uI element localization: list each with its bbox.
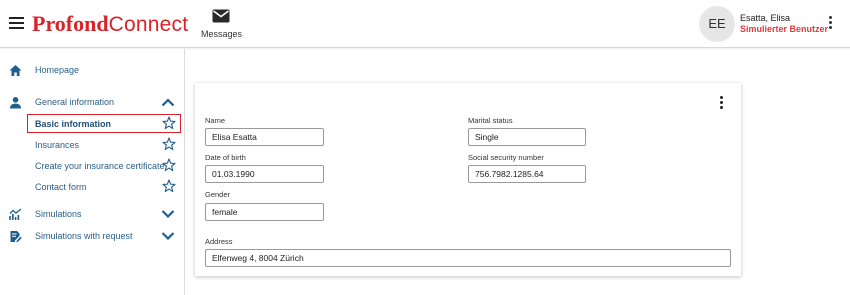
card-more-vertical-icon[interactable] [718,96,726,110]
chevron-up-icon[interactable] [161,97,175,107]
home-icon [9,65,22,76]
marital-status-field[interactable]: Single [468,128,586,146]
star-outline-icon[interactable] [162,179,176,193]
sidebar-item-label: Simulations [35,209,82,219]
social-security-number-label: Social security number [468,153,544,162]
star-outline-icon[interactable] [162,158,176,172]
sidebar-subitem-basic-information[interactable]: Basic information [27,114,181,133]
sidebar-subitem-contact-form[interactable]: Contact form [27,177,181,196]
person-icon [10,97,21,109]
sidebar-subitem-label: Contact form [35,182,87,192]
sidebar-item-label: Simulations with request [35,231,133,241]
sidebar-item-general-information[interactable]: General information [0,92,184,112]
avatar[interactable]: EE [699,6,735,42]
sidebar-item-label: Homepage [35,65,80,75]
user-role-badge: Simulierter Benutzer [740,24,829,34]
hamburger-menu-icon[interactable] [9,17,24,29]
chevron-down-icon[interactable] [161,209,175,219]
sidebar-subitem-create-insurance-certificate[interactable]: Create your insurance certificate [27,156,181,175]
messages-label: Messages [201,29,243,39]
sidebar-item-simulations-with-request[interactable]: Simulations with request [0,226,184,246]
star-outline-icon[interactable] [162,116,176,130]
social-security-number-field[interactable]: 756.7982.1285.64 [468,165,586,183]
chevron-down-icon[interactable] [161,231,175,241]
sidebar-item-homepage[interactable]: Homepage [0,60,184,80]
sidebar-item-label: General information [35,97,115,107]
envelope-icon [212,9,230,23]
basic-information-card: Name Elisa Esatta Marital status Single … [195,83,741,276]
date-of-birth-label: Date of birth [205,153,246,162]
marital-status-label: Marital status [468,116,513,125]
logo[interactable]: ProfondConnect [32,11,188,38]
top-bar: ProfondConnect Messages EE Esatta, Elisa… [0,0,850,48]
name-field[interactable]: Elisa Esatta [205,128,324,146]
user-name: Esatta, Elisa [740,13,791,23]
more-vertical-icon[interactable] [826,16,836,30]
sidebar: Homepage General information Basic infor… [0,49,185,295]
date-of-birth-field[interactable]: 01.03.1990 [205,165,324,183]
messages-button[interactable]: Messages [201,9,243,43]
logo-part-connect: Connect [108,13,189,36]
logo-part-profond: Profond [32,11,109,36]
sidebar-subitem-label: Insurances [35,140,80,150]
sidebar-item-simulations[interactable]: Simulations [0,204,184,224]
sidebar-subitem-label: Basic information [35,119,112,129]
star-outline-icon[interactable] [162,137,176,151]
name-label: Name [205,116,226,125]
gender-field[interactable]: female [205,203,324,221]
sidebar-subitem-insurances[interactable]: Insurances [27,135,181,154]
chart-icon [9,208,22,220]
document-edit-icon [10,231,22,243]
gender-label: Gender [205,190,231,199]
sidebar-subitem-label: Create your insurance certificate [35,161,165,171]
address-label: Address [205,237,233,246]
address-field[interactable]: Elfenweg 4, 8004 Zürich [205,249,731,267]
